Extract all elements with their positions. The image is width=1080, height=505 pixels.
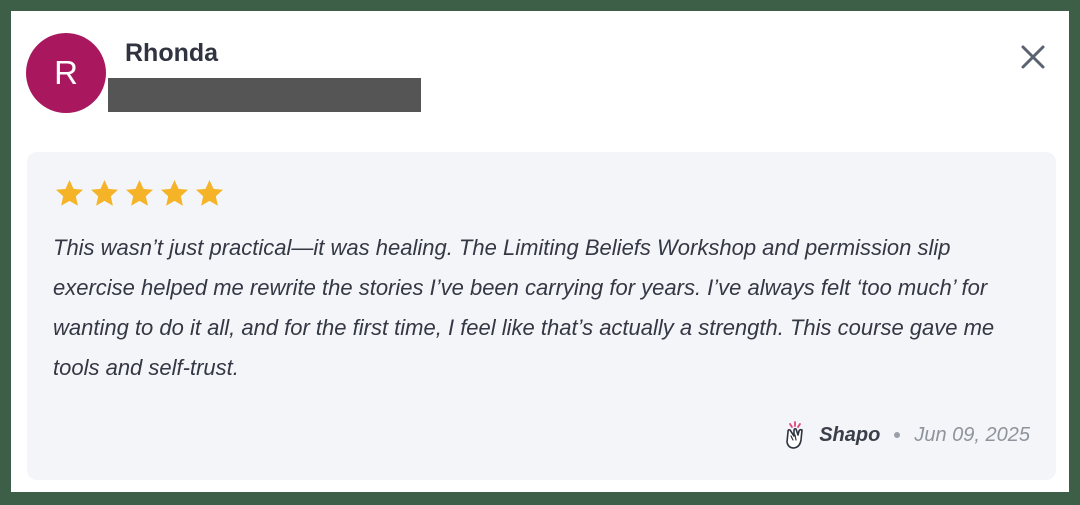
reviewer-name: Rhonda [125,39,219,67]
star-rating [53,177,226,210]
brand-name: Shapo [819,423,881,446]
review-date: Jun 09, 2025 [914,423,1030,446]
avatar: R [26,33,106,113]
separator-dot [894,432,901,438]
review-card: R Rhonda This wasn’t just practical—it w… [11,11,1069,492]
close-button[interactable] [1015,39,1051,75]
star-icon [56,180,83,206]
review-text: This wasn’t just practical—it was healin… [53,235,995,380]
avatar-initial: R [54,54,78,91]
review-footer: Shapo Jun 09, 2025 [782,420,1030,450]
review-body: This wasn’t just practical—it was healin… [27,152,1056,480]
star-icon [91,180,118,206]
star-icon [126,180,153,206]
clapping-hands-icon [786,421,804,449]
star-icon [196,180,223,206]
redacted-subtitle [108,78,421,112]
close-icon [1021,45,1045,69]
star-icon [161,180,188,206]
